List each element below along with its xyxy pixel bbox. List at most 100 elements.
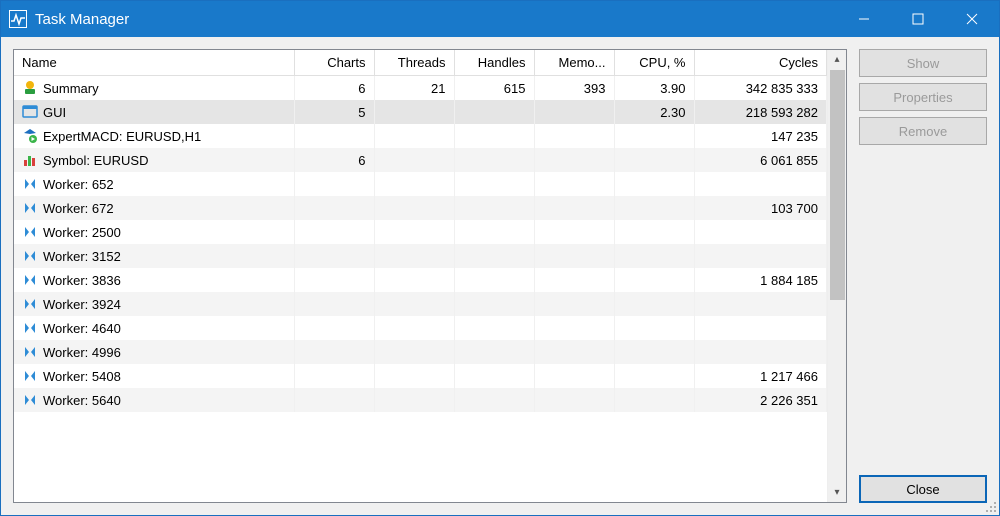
cell-memory [534,124,614,148]
cell-handles [454,340,534,364]
scroll-up-arrow[interactable]: ▴ [828,50,846,69]
scroll-down-arrow[interactable]: ▾ [828,483,846,502]
cell-memory: 393 [534,76,614,101]
col-handles[interactable]: Handles [454,50,534,76]
cell-handles [454,220,534,244]
titlebar[interactable]: Task Manager [1,1,999,37]
col-name[interactable]: Name [14,50,294,76]
cell-charts [294,364,374,388]
cell-cpu [614,268,694,292]
cell-memory [534,196,614,220]
cell-charts: 6 [294,148,374,172]
table-row[interactable]: Worker: 3924 [14,292,827,316]
table-row[interactable]: Summary6216153933.90342 835 333 [14,76,827,101]
cell-cpu [614,148,694,172]
worker-icon [22,344,38,360]
show-button[interactable]: Show [859,49,987,77]
table-row[interactable]: Worker: 38361 884 185 [14,268,827,292]
table-row[interactable]: Symbol: EURUSD 6 6 061 855 [14,148,827,172]
cell-cycles [694,316,827,340]
cell-memory [534,388,614,412]
cell-cycles: 2 226 351 [694,388,827,412]
cell-cpu [614,220,694,244]
process-name: GUI [43,105,66,120]
cell-memory [534,364,614,388]
cell-cycles: 103 700 [694,196,827,220]
cell-charts [294,124,374,148]
col-cycles[interactable]: Cycles [694,50,827,76]
cell-handles [454,388,534,412]
scroll-thumb[interactable] [830,70,845,300]
cell-cycles [694,220,827,244]
cell-cpu [614,340,694,364]
close-window-button[interactable] [945,1,999,37]
table-row[interactable]: Worker: 652 [14,172,827,196]
expert-icon [22,128,38,144]
cell-charts [294,340,374,364]
table-header-row: Name Charts Threads Handles Memo... CPU,… [14,50,827,76]
cell-charts [294,196,374,220]
process-name: Worker: 3924 [43,297,121,312]
cell-threads [374,364,454,388]
cell-memory [534,244,614,268]
table-row[interactable]: Worker: 56402 226 351 [14,388,827,412]
cell-threads [374,124,454,148]
process-name: Worker: 2500 [43,225,121,240]
app-icon [9,10,27,28]
cell-charts [294,268,374,292]
cell-cpu [614,364,694,388]
worker-icon [22,248,38,264]
table-row[interactable]: ExpertMACD: EURUSD,H1147 235 [14,124,827,148]
cell-threads [374,292,454,316]
process-name: Worker: 672 [43,201,114,216]
table-row[interactable]: Worker: 2500 [14,220,827,244]
table-row[interactable]: Worker: 4996 [14,340,827,364]
process-name: Summary [43,81,99,96]
cell-threads [374,196,454,220]
process-name: ExpertMACD: EURUSD,H1 [43,129,201,144]
col-threads[interactable]: Threads [374,50,454,76]
table-row[interactable]: Worker: 54081 217 466 [14,364,827,388]
col-charts[interactable]: Charts [294,50,374,76]
cell-threads [374,220,454,244]
col-memory[interactable]: Memo... [534,50,614,76]
cell-handles [454,364,534,388]
gui-icon [22,104,38,120]
cell-threads [374,148,454,172]
cell-handles [454,292,534,316]
cell-threads: 21 [374,76,454,101]
close-button[interactable]: Close [859,475,987,503]
maximize-button[interactable] [891,1,945,37]
table-row[interactable]: Worker: 672 103 700 [14,196,827,220]
process-name: Symbol: EURUSD [43,153,148,168]
cell-handles [454,124,534,148]
worker-icon [22,368,38,384]
cell-memory [534,148,614,172]
resize-grip-icon[interactable] [983,499,997,513]
cell-charts [294,316,374,340]
cell-cycles: 6 061 855 [694,148,827,172]
cell-cycles [694,244,827,268]
cell-handles [454,268,534,292]
remove-button[interactable]: Remove [859,117,987,145]
process-name: Worker: 3152 [43,249,121,264]
cell-memory [534,340,614,364]
table-row[interactable]: GUI52.30218 593 282 [14,100,827,124]
worker-icon [22,392,38,408]
vertical-scrollbar[interactable]: ▴ ▾ [827,50,846,502]
minimize-button[interactable] [837,1,891,37]
cell-memory [534,100,614,124]
cell-charts: 6 [294,76,374,101]
worker-icon [22,176,38,192]
cell-charts: 5 [294,100,374,124]
cell-handles [454,196,534,220]
worker-icon [22,200,38,216]
properties-button[interactable]: Properties [859,83,987,111]
cell-memory [534,316,614,340]
worker-icon [22,320,38,336]
cell-handles [454,172,534,196]
table-row[interactable]: Worker: 4640 [14,316,827,340]
table-row[interactable]: Worker: 3152 [14,244,827,268]
col-cpu[interactable]: CPU, % [614,50,694,76]
cell-cpu [614,316,694,340]
